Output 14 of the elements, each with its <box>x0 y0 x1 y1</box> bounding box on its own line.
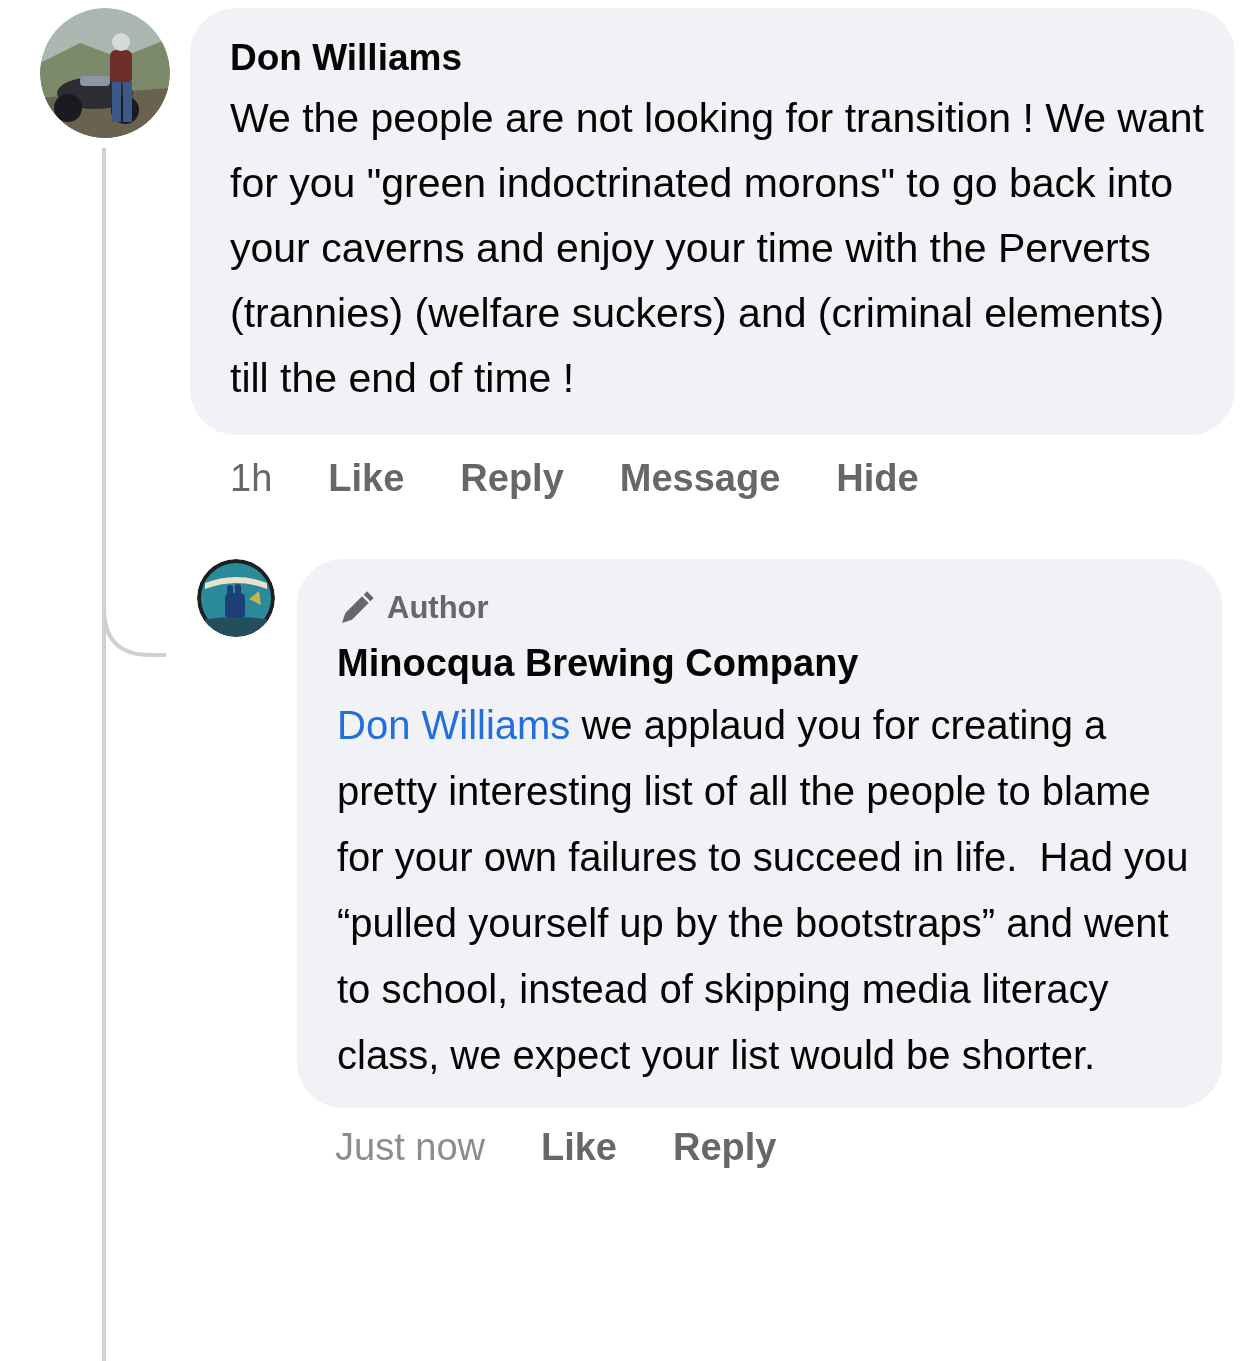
reply-text: Don Williams we applaud you for creating a pretty interesting list of all the people to blame for your own failures to succeed in life. Had you “pulled yourself up by the bootstraps” and went to school, instead of skipping media literacy class, we expect your list would be shorter. <box>337 701 1190 1079</box>
reply-action[interactable]: Reply <box>673 1121 777 1172</box>
reply-time: Just now <box>335 1124 485 1170</box>
comment-text: We the people are not looking for transition ! We want for you "green indoctrinated morons" to go back into your caverns and enjoy your time with the Perverts (trannies) (welfare suckers) and (criminal elements) till the end of time ! <box>230 94 1205 403</box>
reply-author[interactable]: Minocqua Brewing Company <box>337 637 1198 688</box>
comment-action[interactable]: Message <box>619 453 781 503</box>
mention-link[interactable]: Don Williams <box>337 702 571 747</box>
author-label: Author <box>387 589 489 627</box>
comment-author[interactable]: Don Williams <box>230 34 1205 82</box>
comment-action[interactable]: Reply <box>460 453 564 503</box>
reply-action[interactable]: Like <box>540 1121 617 1172</box>
comment-action[interactable]: Like <box>328 453 405 503</box>
comment-time: 1h <box>230 456 273 501</box>
comment-action[interactable]: Hide <box>836 453 919 503</box>
